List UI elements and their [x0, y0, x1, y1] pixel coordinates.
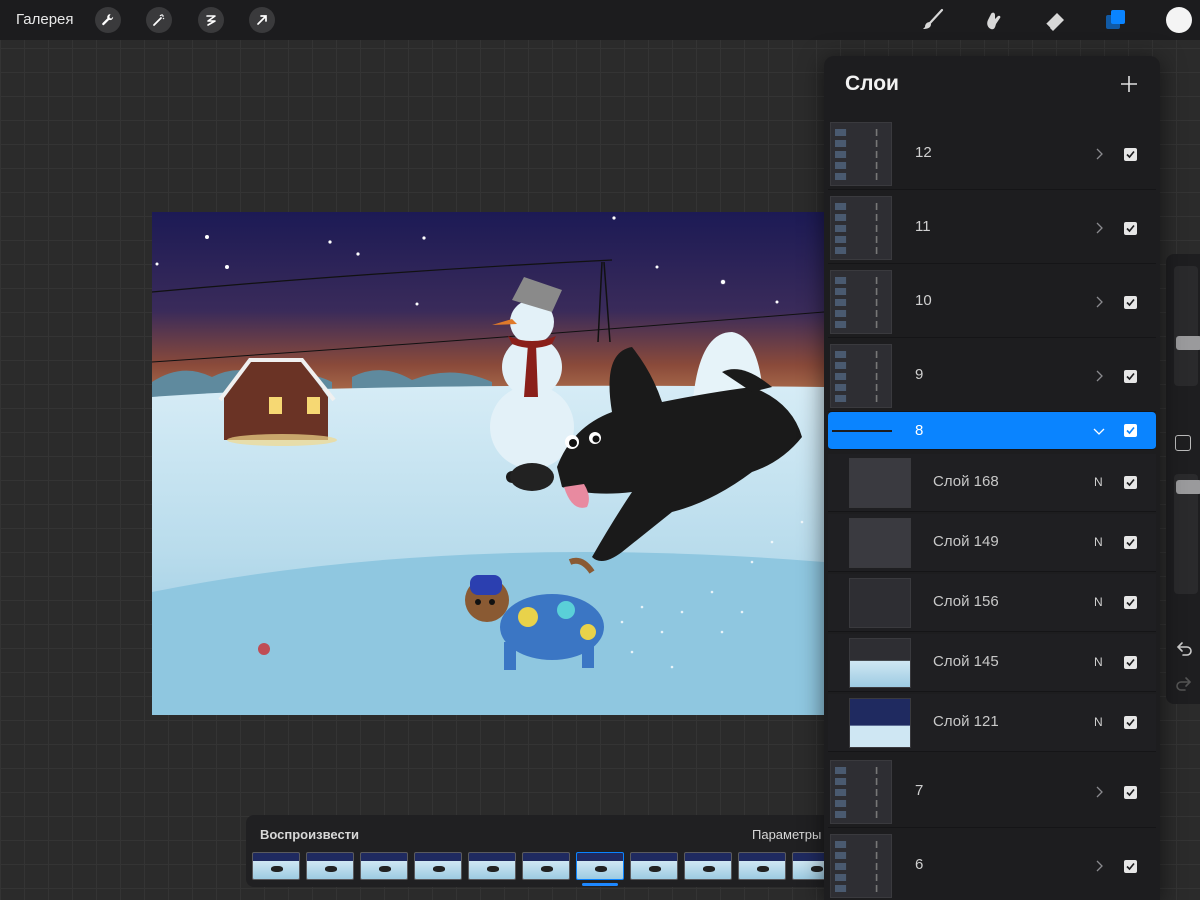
- animation-frame[interactable]: [630, 852, 678, 880]
- selection-icon[interactable]: [198, 7, 224, 33]
- sublayer-row[interactable]: Слой 156 N: [828, 574, 1156, 632]
- layer-name: Слой 168: [933, 473, 999, 490]
- animation-assist-panel: Воспроизвести Параметры: [246, 815, 846, 887]
- animation-frame[interactable]: [252, 852, 300, 880]
- layer-name: 9: [915, 366, 924, 383]
- visibility-checkbox[interactable]: [1124, 222, 1137, 235]
- visibility-checkbox[interactable]: [1124, 148, 1137, 161]
- sublayer-row[interactable]: Слой 121 N: [828, 694, 1156, 752]
- transform-arrow-icon[interactable]: [249, 7, 275, 33]
- brush-icon[interactable]: [918, 6, 948, 34]
- animation-frame[interactable]: [414, 852, 462, 880]
- visibility-checkbox[interactable]: [1124, 370, 1137, 383]
- animation-frame[interactable]: [738, 852, 786, 880]
- visibility-checkbox[interactable]: [1124, 536, 1137, 549]
- chevron-right-icon[interactable]: [1092, 859, 1106, 873]
- layer-name: 7: [915, 782, 924, 799]
- layer-name: Слой 149: [933, 533, 999, 550]
- canvas-artwork: [152, 212, 824, 715]
- visibility-checkbox[interactable]: [1124, 296, 1137, 309]
- layer-thumbnail: [830, 834, 892, 898]
- brush-size-slider[interactable]: [1174, 266, 1200, 386]
- animation-frame[interactable]: [468, 852, 516, 880]
- gallery-button[interactable]: Галерея: [16, 11, 74, 28]
- layer-name: Слой 156: [933, 593, 999, 610]
- layers-panel: Слои 12 11 10 9 8 Слой 168 N Слой 149 N Слой 156 N…: [824, 56, 1160, 900]
- layer-thumbnail: [849, 458, 911, 508]
- settings-button[interactable]: Параметры: [752, 827, 821, 842]
- wrench-icon[interactable]: [95, 7, 121, 33]
- layer-thumbnail: [849, 698, 911, 748]
- layers-icon[interactable]: [1101, 6, 1131, 34]
- chevron-right-icon[interactable]: [1092, 221, 1106, 235]
- layer-name: 12: [915, 144, 932, 161]
- opacity-slider[interactable]: [1174, 474, 1200, 594]
- layer-group-row[interactable]: 11: [828, 192, 1156, 264]
- animation-frame[interactable]: [360, 852, 408, 880]
- plus-icon[interactable]: [1117, 72, 1141, 96]
- animation-frame[interactable]: [576, 852, 624, 880]
- layer-thumbnail: [830, 270, 892, 334]
- magic-wand-icon[interactable]: [146, 7, 172, 33]
- chevron-right-icon[interactable]: [1092, 147, 1106, 161]
- chevron-right-icon[interactable]: [1092, 369, 1106, 383]
- blend-mode-label[interactable]: N: [1094, 655, 1103, 669]
- layer-thumbnail: [849, 638, 911, 688]
- visibility-checkbox[interactable]: [1124, 476, 1137, 489]
- layer-name: 10: [915, 292, 932, 309]
- play-button[interactable]: Воспроизвести: [260, 827, 359, 842]
- opacity-thumb[interactable]: [1176, 480, 1200, 494]
- layer-name: 11: [915, 218, 931, 235]
- layer-name: Слой 121: [933, 713, 999, 730]
- sublayer-row[interactable]: Слой 145 N: [828, 634, 1156, 692]
- color-picker[interactable]: [1166, 7, 1192, 33]
- modify-button[interactable]: [1175, 435, 1191, 451]
- animation-frame[interactable]: [522, 852, 570, 880]
- layer-group-row-selected[interactable]: 8: [828, 412, 1156, 450]
- layer-thumbnail: [830, 122, 892, 186]
- layer-group-row[interactable]: 12: [828, 118, 1156, 190]
- layer-group-row[interactable]: 10: [828, 266, 1156, 338]
- redo-icon[interactable]: [1173, 674, 1195, 696]
- animation-frame[interactable]: [684, 852, 732, 880]
- chevron-right-icon[interactable]: [1092, 785, 1106, 799]
- layer-name: 8: [915, 422, 924, 439]
- visibility-checkbox[interactable]: [1124, 716, 1137, 729]
- layer-thumbnail: [849, 518, 911, 568]
- undo-icon[interactable]: [1173, 639, 1195, 661]
- layer-name: Слой 145: [933, 653, 999, 670]
- blend-mode-label[interactable]: N: [1094, 715, 1103, 729]
- sublayer-row[interactable]: Слой 149 N: [828, 514, 1156, 572]
- blend-mode-label[interactable]: N: [1094, 535, 1103, 549]
- layer-thumbnail: [849, 578, 911, 628]
- layer-group-row[interactable]: 9: [828, 340, 1156, 412]
- visibility-checkbox[interactable]: [1124, 596, 1137, 609]
- layers-title: Слои: [845, 72, 899, 95]
- animation-frame[interactable]: [306, 852, 354, 880]
- current-frame-indicator: [582, 883, 618, 886]
- layer-thumbnail: [830, 344, 892, 408]
- visibility-checkbox[interactable]: [1124, 656, 1137, 669]
- smudge-icon[interactable]: [979, 6, 1009, 34]
- drawing-canvas[interactable]: [152, 212, 824, 715]
- layer-group-row[interactable]: 6: [828, 830, 1156, 900]
- layer-group-row[interactable]: 7: [828, 756, 1156, 828]
- collapsed-group-line: [832, 430, 892, 432]
- visibility-checkbox[interactable]: [1124, 786, 1137, 799]
- layer-thumbnail: [830, 760, 892, 824]
- visibility-checkbox[interactable]: [1124, 424, 1137, 437]
- layer-thumbnail: [830, 196, 892, 260]
- eraser-icon[interactable]: [1040, 6, 1070, 34]
- frame-timeline: [252, 852, 840, 882]
- blend-mode-label[interactable]: N: [1094, 475, 1103, 489]
- layer-name: 6: [915, 856, 924, 873]
- top-toolbar: Галерея: [0, 0, 1200, 40]
- sublayer-row[interactable]: Слой 168 N: [828, 454, 1156, 512]
- brush-size-thumb[interactable]: [1176, 336, 1200, 350]
- chevron-right-icon[interactable]: [1092, 295, 1106, 309]
- chevron-down-icon[interactable]: [1092, 424, 1106, 438]
- visibility-checkbox[interactable]: [1124, 860, 1137, 873]
- blend-mode-label[interactable]: N: [1094, 595, 1103, 609]
- side-toolbar: [1166, 254, 1200, 704]
